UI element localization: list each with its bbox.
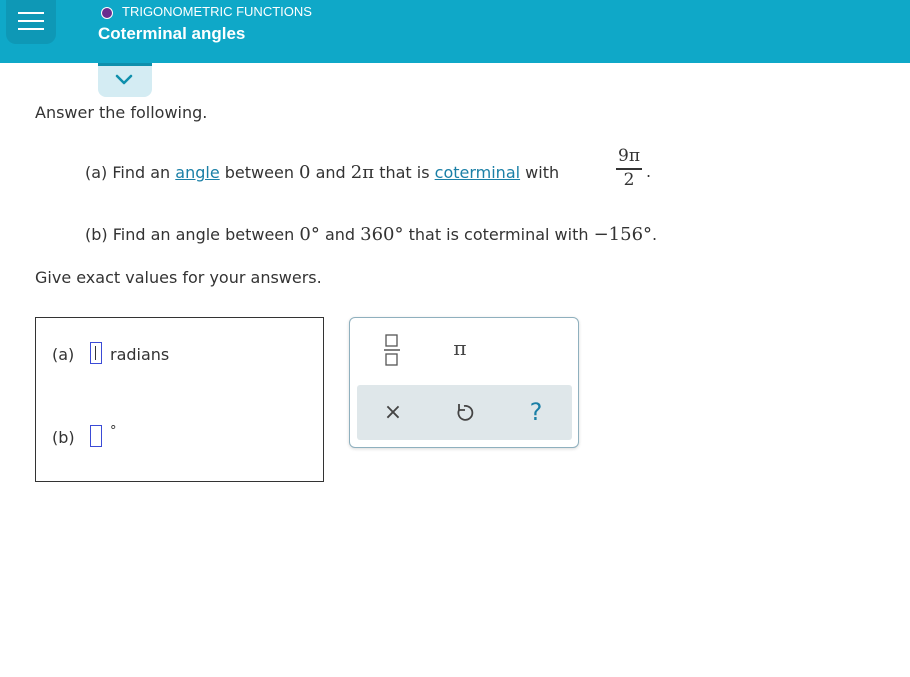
undo-icon [457, 404, 474, 421]
menu-button[interactable] [6, 0, 56, 44]
keypad-action-row: × ? [357, 385, 572, 440]
page-title: Coterminal angles [98, 24, 246, 43]
undo-button[interactable] [453, 401, 475, 425]
clear-button[interactable]: × [382, 401, 404, 425]
answer-a-unit: radians [110, 345, 170, 364]
math-keypad: π × ? [349, 317, 579, 448]
topic-status-dot [101, 7, 113, 19]
top-header-bar: TRIGONOMETRIC FUNCTIONS Coterminal angle… [0, 0, 910, 63]
topic-label: TRIGONOMETRIC FUNCTIONS [122, 4, 312, 19]
answer-a-input[interactable] [90, 342, 102, 364]
answer-a-label: (a) [52, 345, 75, 364]
fraction-button[interactable] [383, 334, 401, 368]
angle-link[interactable]: angle [175, 163, 219, 182]
chevron-down-icon [115, 74, 133, 85]
help-button[interactable]: ? [525, 398, 547, 426]
coterminal-link[interactable]: coterminal [435, 163, 520, 182]
fraction-icon [384, 334, 400, 366]
hamburger-menu-icon [18, 12, 44, 14]
degree-symbol: ° [110, 424, 117, 439]
answer-box: (a) radians (b) ° [35, 317, 324, 482]
answer-b-label: (b) [52, 428, 75, 447]
part-a-question: (a) Find an angle between 0 and 2π that … [85, 162, 560, 183]
part-b-question: (b) Find an angle between 0° and 360° th… [85, 224, 658, 245]
expand-tab[interactable] [98, 63, 152, 97]
fraction-nine-pi-over-two: 9π 2 [616, 146, 642, 190]
answer-b-input[interactable] [90, 425, 102, 447]
instruction-text: Give exact values for your answers. [35, 268, 322, 287]
pi-button[interactable]: π [448, 336, 472, 362]
text-cursor [95, 346, 96, 360]
question-intro: Answer the following. [35, 103, 208, 122]
